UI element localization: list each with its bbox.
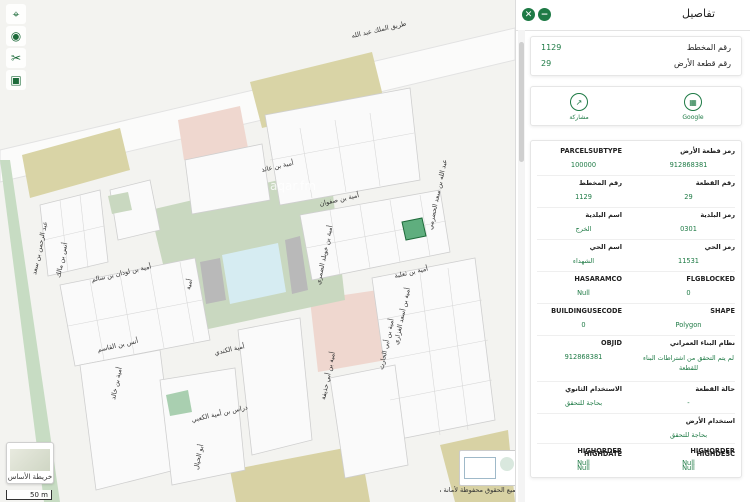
summary-label: رقم قطعة الأرض — [674, 59, 731, 68]
attr-label: رقم المخطط — [579, 179, 622, 187]
attr-label: OBJID — [600, 339, 622, 347]
attr-label: SHAPE — [710, 307, 735, 315]
action-label: مشاركة — [569, 114, 589, 121]
attr-value: Null — [577, 289, 590, 297]
tools-icon[interactable]: ✂ — [6, 48, 26, 68]
summary-card: رقم المخطط 1129 رقم قطعة الأرض 29 — [530, 36, 742, 76]
attr-value-row: 0301 الخرج — [531, 225, 741, 236]
attr-value: 100000 — [570, 161, 597, 169]
selected-parcel[interactable] — [401, 217, 427, 241]
summary-label: رقم المخطط — [686, 43, 731, 52]
attr-value: الشهداء — [572, 257, 595, 265]
attr-value: بحاجة للتحقق — [564, 399, 603, 407]
attributes-card: رمز قطعة الأرض PARCELSUBTYPE 912868381 100… — [530, 140, 742, 478]
attr-value-row: 912868381 100000 — [531, 161, 741, 172]
summary-value: 29 — [541, 59, 552, 68]
attr-label-row: رمز الحي اسم الحي — [531, 243, 741, 254]
attr-label-row: حالة القطعة الاستخدام الثانوي — [531, 385, 741, 396]
map-watermark: aqar.fm — [270, 179, 316, 193]
scale-bar: 50 m — [6, 490, 52, 500]
attr-label: اسم الحي — [589, 243, 622, 251]
attr-label: FLGBLOCKED — [686, 275, 735, 283]
basemap-label: خريطة الأساس — [7, 473, 53, 481]
attr-label-row: رمز قطعة الأرض PARCELSUBTYPE — [531, 147, 741, 158]
copyright-text: جميع الحقوق محفوظة لأمانة منطقة الرياض — [440, 486, 520, 494]
attr-value: لم يتم التحقق من اشتراطات البناء للقطعة — [643, 354, 734, 372]
actions-card: ▦ Google ↗ مشاركة — [530, 86, 742, 126]
attr-value: Null — [682, 464, 695, 472]
basemap-toggle-button[interactable]: خريطة الأساس — [6, 442, 54, 484]
attr-label-row: FLGBLOCKED HASARAMCO — [531, 275, 741, 286]
minimize-icon[interactable]: − — [538, 8, 551, 21]
share-button[interactable]: ↗ مشاركة — [559, 93, 599, 121]
panel-title: تفاصيل — [682, 7, 715, 20]
attr-label: رمز البلدية — [700, 211, 735, 219]
close-icon[interactable]: ✕ — [522, 8, 535, 21]
summary-value: 1129 — [541, 43, 562, 52]
panel-header: ✕ − تفاصيل — [516, 0, 750, 31]
action-label: Google — [682, 114, 704, 121]
panel-scrollbar[interactable] — [518, 30, 525, 502]
summary-row: رقم قطعة الأرض 29 — [541, 59, 731, 73]
attr-value: 0301 — [680, 225, 697, 233]
attr-label: PARCELSUBTYPE — [560, 147, 622, 155]
attr-label-row: SHAPE BUILDINGUSECODE — [531, 307, 741, 318]
attr-value: 1129 — [575, 193, 592, 201]
seal-icon — [500, 457, 514, 471]
map-info-icon[interactable]: ▣ — [6, 70, 26, 90]
map-icon: ▦ — [684, 93, 702, 111]
attr-label: HIGHDESC — [696, 450, 735, 458]
attr-label: اسم البلدية — [585, 211, 622, 219]
attr-value-row: 11531 الشهداء — [531, 257, 741, 268]
attr-label: رقم القطعة — [695, 179, 735, 187]
attr-label-row: HIGHDESC HIGHDATE — [531, 450, 741, 461]
attr-value: Polygon — [675, 321, 702, 329]
attr-label-row: رقم القطعة رقم المخطط — [531, 179, 741, 190]
attr-label: BUILDINGUSECODE — [551, 307, 622, 315]
attr-label: HIGHDATE — [584, 450, 622, 458]
attr-value: 29 — [684, 193, 693, 201]
attr-value-row: 29 1129 — [531, 193, 741, 204]
globe-icon[interactable]: ◉ — [6, 26, 26, 46]
attr-label-row: نظام البناء العمراني OBJID — [531, 339, 741, 350]
attr-value: 912868381 — [564, 353, 603, 361]
attr-label: رمز الحي — [704, 243, 735, 251]
map-svg: طريق الملك عبد الله عبد الله بن سعد الحض… — [0, 0, 515, 502]
attr-value-row: Polygon 0 — [531, 321, 741, 332]
attr-label: الاستخدام الثانوي — [565, 385, 622, 393]
summary-row: رقم المخطط 1129 — [541, 43, 731, 57]
attr-value: - — [687, 399, 690, 407]
attr-value-row: 0 Null — [531, 289, 741, 300]
logo-badge — [459, 450, 519, 486]
attr-label: HASARAMCO — [574, 275, 622, 283]
attr-label: رمز قطعة الأرض — [680, 147, 735, 155]
attr-label: نظام البناء العمراني — [669, 339, 735, 347]
attr-label-row: رمز البلدية اسم البلدية — [531, 211, 741, 222]
attr-value-row: Null Null — [531, 464, 741, 475]
attr-value: 11531 — [678, 257, 699, 265]
map-toolbar: ⌖ ◉ ✂ ▣ — [6, 4, 28, 90]
details-panel: ✕ − تفاصيل رقم المخطط 1129 رقم قطعة الأر… — [515, 0, 750, 502]
attr-value: 0 — [581, 321, 586, 329]
attr-value: الخرج — [575, 225, 592, 233]
basemap-thumbnail — [10, 449, 50, 471]
share-icon: ↗ — [570, 93, 588, 111]
location-icon[interactable]: ⌖ — [6, 4, 26, 24]
attr-value: 912868381 — [669, 161, 708, 169]
attr-value: 0 — [686, 289, 691, 297]
google-maps-button[interactable]: ▦ Google — [673, 93, 713, 121]
attr-value-row: لم يتم التحقق من اشتراطات البناء للقطعة 9… — [531, 353, 741, 377]
attr-value: Null — [577, 464, 590, 472]
attr-value-row: - بحاجة للتحقق — [531, 399, 741, 410]
scale-label: 50 m — [30, 490, 48, 499]
attr-label: حالة القطعة — [695, 385, 735, 393]
